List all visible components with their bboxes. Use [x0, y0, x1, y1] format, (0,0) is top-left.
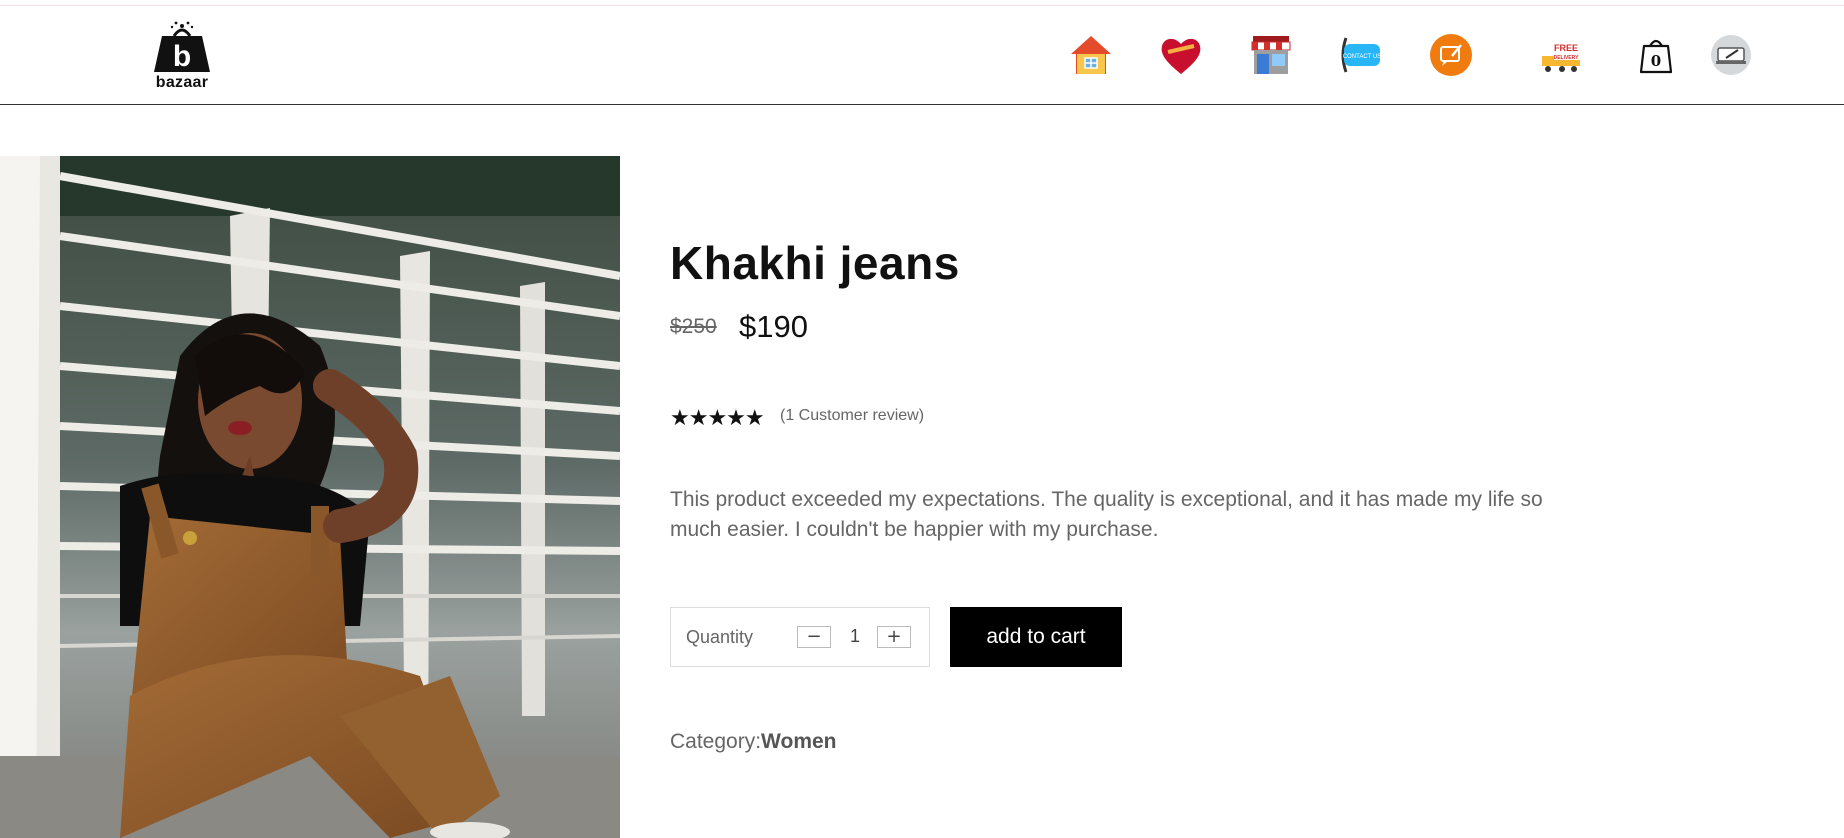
home-nav-button[interactable] [1068, 32, 1114, 78]
cart-bag-icon: 0 [1639, 39, 1673, 74]
quantity-value[interactable]: 1 [841, 626, 869, 647]
contact-nav-button[interactable]: CONTACT US [1338, 32, 1384, 78]
contact-icon: CONTACT US [1341, 37, 1381, 73]
product-category: Category:Women [670, 730, 837, 754]
cart-nav-button[interactable]: 0 [1633, 32, 1679, 78]
profile-nav-button[interactable] [1708, 32, 1754, 78]
product-title: Khakhi jeans [670, 237, 960, 289]
cart-count: 0 [1651, 52, 1661, 70]
avatar-icon [1711, 35, 1751, 75]
store-icon [1251, 36, 1291, 74]
product-description: This product exceeded my expectations. T… [670, 488, 1543, 541]
sale-price: $190 [739, 309, 808, 344]
favorites-nav-button[interactable] [1158, 32, 1204, 78]
category-link[interactable]: Women [761, 730, 836, 753]
review-count-link[interactable]: (1 Customer review) [780, 407, 924, 425]
delivery-line1: FREE [1554, 43, 1578, 53]
original-price: $250 [670, 315, 717, 338]
contact-label: CONTACT US [1343, 54, 1381, 60]
product-image[interactable] [0, 156, 620, 838]
quantity-label: Quantity [686, 627, 754, 647]
category-label: Category: [670, 730, 762, 753]
feedback-icon [1430, 34, 1472, 76]
home-icon [1071, 36, 1111, 74]
free-delivery-icon: FREE DELIVERY [1542, 42, 1580, 72]
add-to-cart-button[interactable]: add to cart [950, 607, 1122, 667]
quantity-decrement-button[interactable]: − [797, 626, 831, 648]
main-nav: CONTACT US FREE DELIVERY 0 [0, 32, 1844, 84]
feedback-nav-button[interactable] [1428, 32, 1474, 78]
star-rating: ★★★★★ [670, 405, 765, 430]
delivery-nav-button[interactable]: FREE DELIVERY [1538, 32, 1584, 78]
shop-nav-button[interactable] [1248, 32, 1294, 78]
quantity-increment-button[interactable]: + [877, 626, 911, 648]
quantity-selector: Quantity − 1 + [670, 607, 930, 667]
site-header: b bazaar CONTACT US FREE DELIVERY 0 [0, 6, 1844, 105]
product-photo [0, 156, 620, 838]
heart-icon [1161, 38, 1201, 74]
